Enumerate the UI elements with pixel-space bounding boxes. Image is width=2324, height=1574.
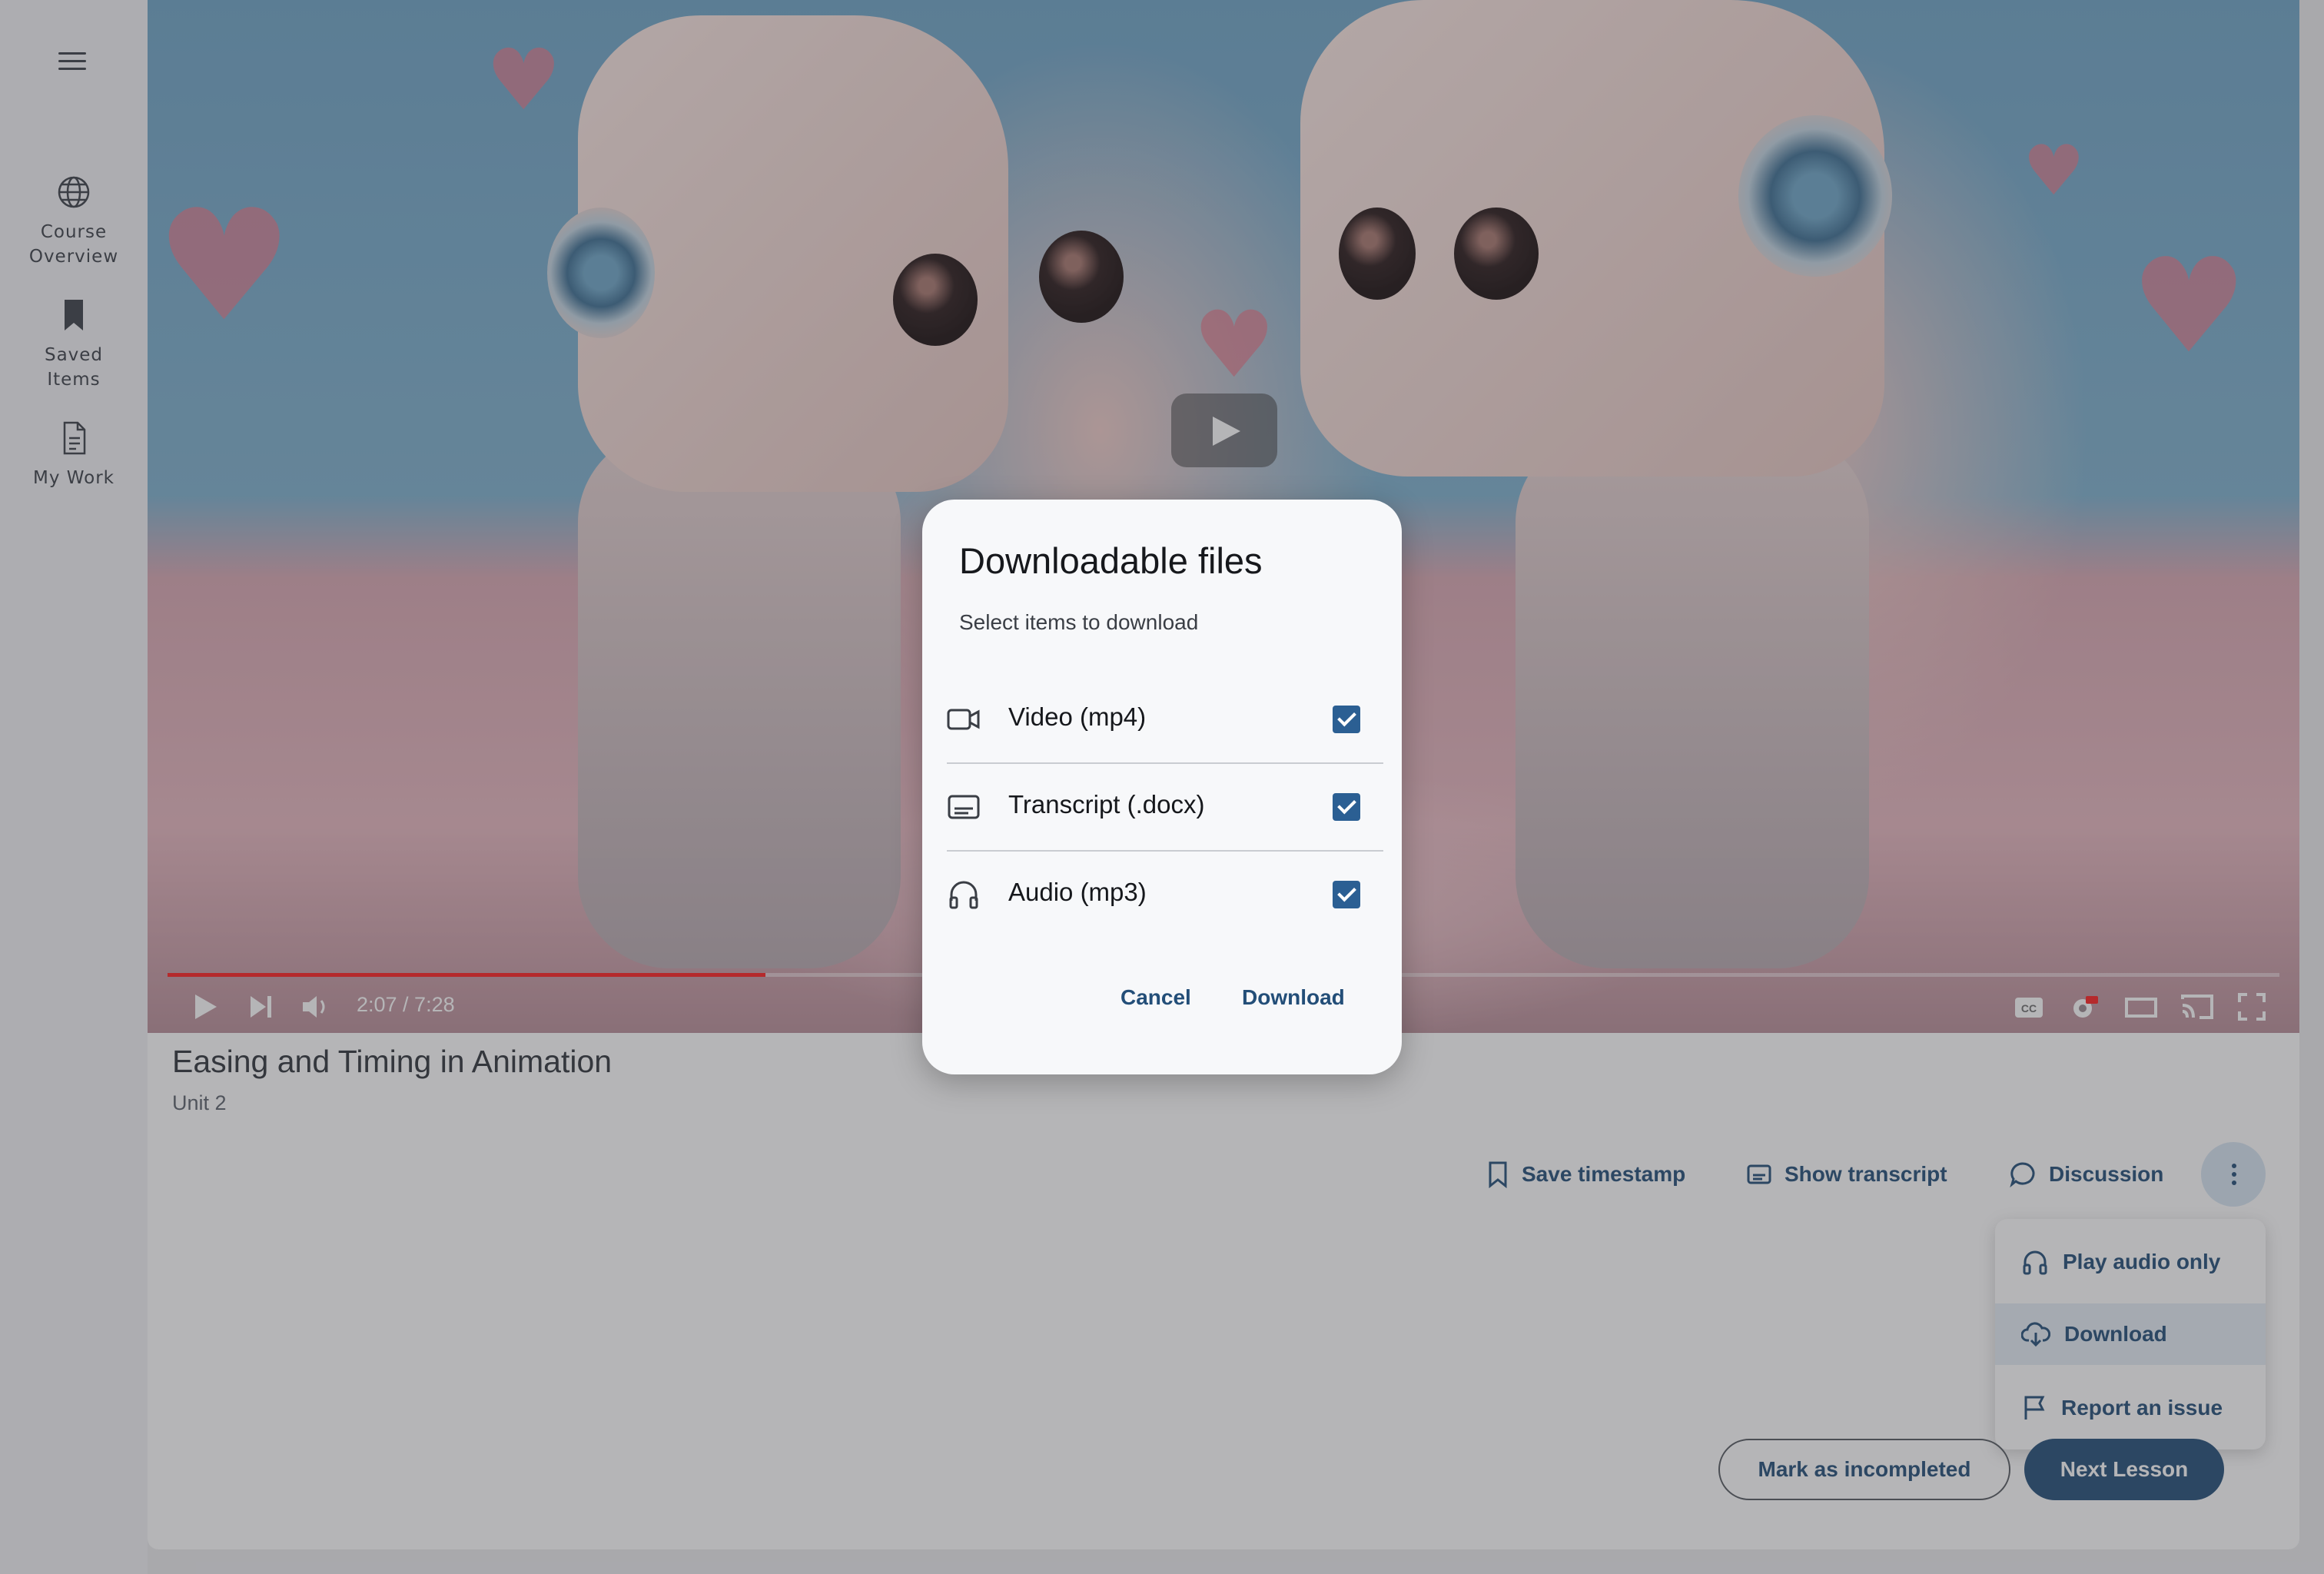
file-label: Audio (mp3) <box>1008 878 1147 906</box>
download-button[interactable]: Download <box>1242 985 1345 1010</box>
transcript-icon <box>948 795 980 819</box>
video-camera-icon <box>947 709 980 730</box>
file-label: Video (mp4) <box>1008 702 1147 731</box>
download-dialog: Downloadable files Select items to downl… <box>922 500 1402 1074</box>
cancel-button[interactable]: Cancel <box>1120 985 1191 1010</box>
file-checkbox-audio[interactable] <box>1333 881 1360 908</box>
file-row-video[interactable]: Video (mp4) <box>947 676 1383 764</box>
file-row-transcript[interactable]: Transcript (.docx) <box>947 764 1383 852</box>
headphones-icon <box>949 881 978 909</box>
file-row-audio[interactable]: Audio (mp3) <box>947 852 1383 938</box>
dialog-title: Downloadable files <box>959 540 1263 581</box>
file-checkbox-transcript[interactable] <box>1333 793 1360 821</box>
file-label: Transcript (.docx) <box>1008 790 1205 819</box>
dialog-hint: Select items to download <box>959 610 1199 634</box>
file-checkbox-video[interactable] <box>1333 706 1360 733</box>
